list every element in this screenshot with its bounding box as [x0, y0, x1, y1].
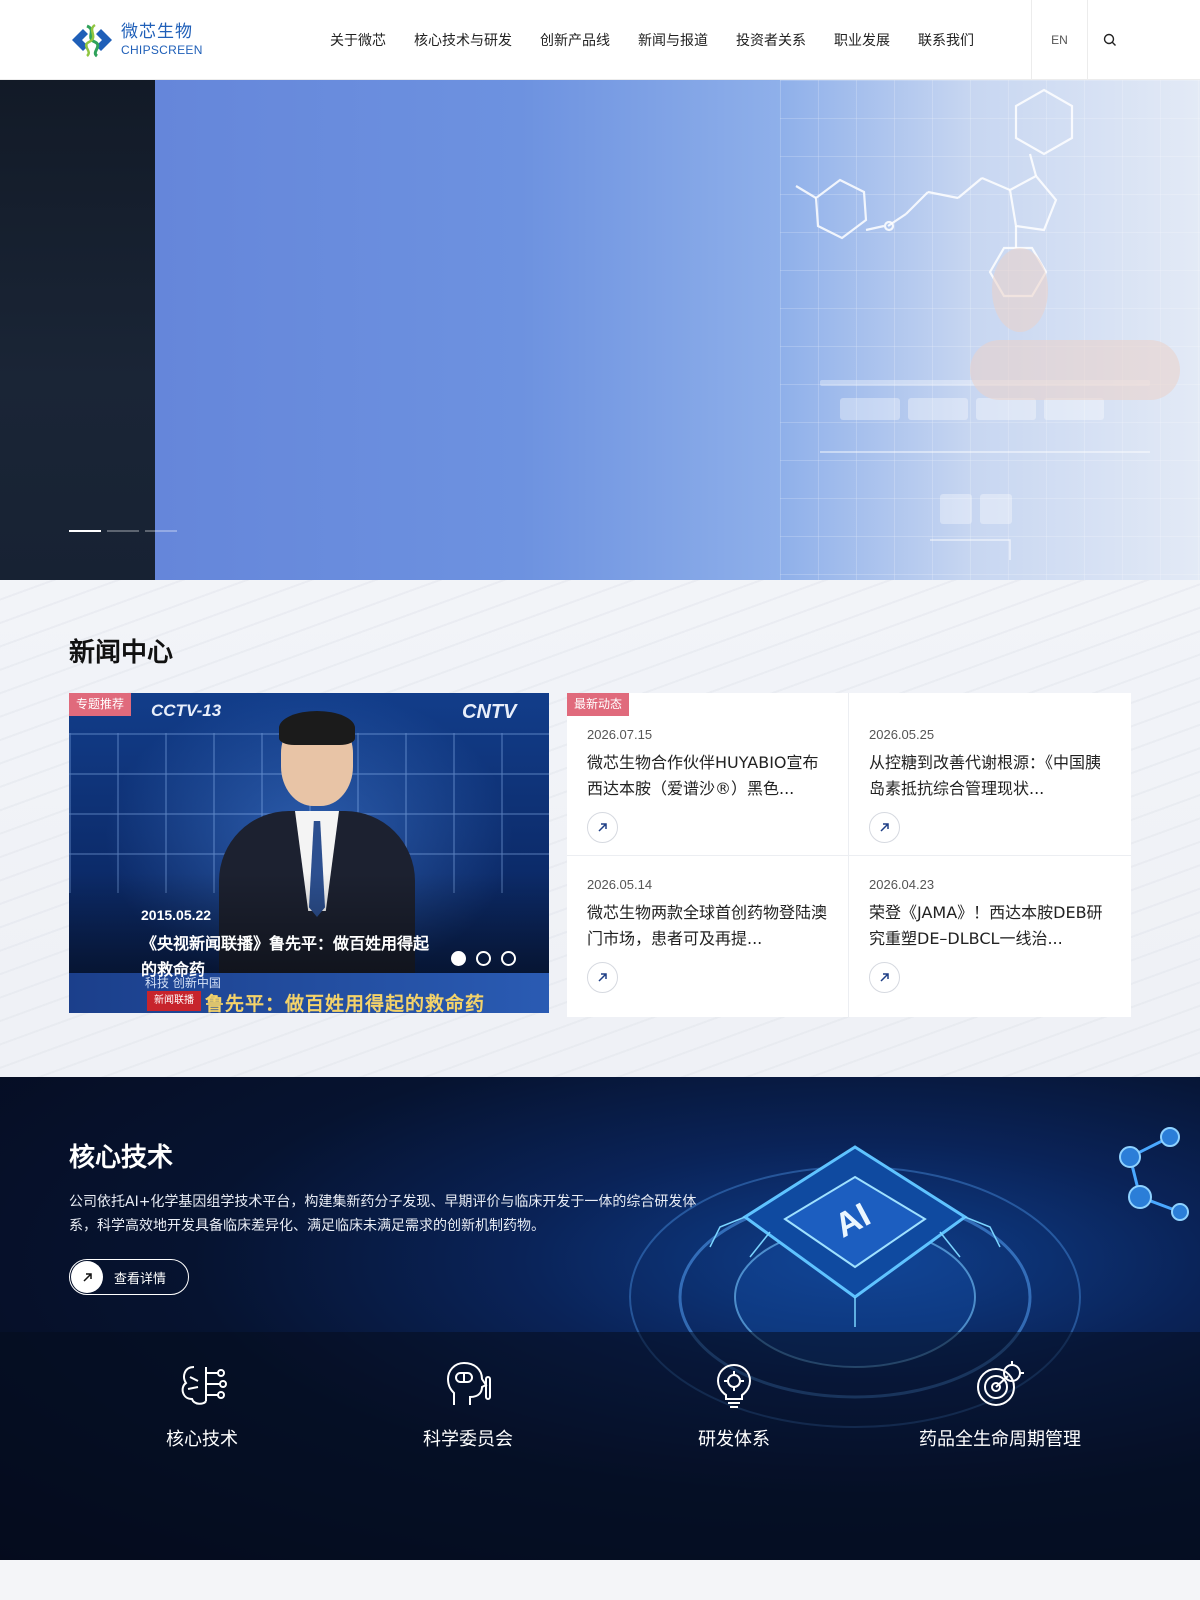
hero-slide-indicators: [69, 530, 177, 532]
nav-item-about[interactable]: 关于微芯: [330, 30, 386, 50]
core-tech-description: 公司依托AI+化学基因组学技术平台，构建集新药分子发现、早期评价与临床开发于一体…: [69, 1194, 697, 1234]
head-pill-icon: [446, 1361, 491, 1405]
hero-banner: [0, 80, 1200, 580]
featured-date: 2015.05.22: [141, 907, 212, 923]
featured-pager: [451, 951, 516, 966]
news-item-arrow-button[interactable]: [587, 962, 618, 993]
latest-news-grid: 最新动态 2026.07.15 微芯生物合作伙伴HUYABIO宣布西达本胺（爱谱…: [567, 693, 1131, 1017]
tech-link-lifecycle[interactable]: 药品全生命周期管理: [867, 1357, 1133, 1451]
pager-dot[interactable]: [501, 951, 516, 966]
news-item-title[interactable]: 从控糖到改善代谢根源：《中国胰岛素抵抗综合管理现状...: [869, 750, 1111, 802]
tech-link-core[interactable]: 核心技术: [69, 1357, 335, 1451]
tech-links-bar: 核心技术 科学委员会 研发体系 药品全生命周期管理: [0, 1332, 1200, 1560]
tech-link-committee[interactable]: 科学委员会: [335, 1357, 601, 1451]
tech-link-label: 核心技术: [166, 1429, 238, 1450]
news-item[interactable]: 2026.05.25 从控糖到改善代谢根源：《中国胰岛素抵抗综合管理现状...: [849, 693, 1131, 843]
news-section-title: 新闻中心: [69, 638, 174, 668]
news-item-title[interactable]: 荣登《JAMA》！西达本胺DEB研究重塑DE–DLBCL一线治...: [869, 900, 1111, 952]
site-header: 微芯生物 CHIPSCREEN 关于微芯 核心技术与研发 创新产品线 新闻与报道…: [0, 0, 1200, 80]
news-item-date: 2026.07.15: [587, 727, 653, 742]
view-details-label: 查看详情: [114, 1271, 167, 1287]
nav-item-news[interactable]: 新闻与报道: [638, 30, 708, 50]
target-gear-icon: [977, 1361, 1024, 1406]
channel-logo: CCTV-13: [151, 701, 222, 720]
ticker-headline: 鲁先平：做百姓用得起的救命药: [205, 993, 486, 1013]
news-item-title[interactable]: 微芯生物合作伙伴HUYABIO宣布西达本胺（爱谱沙®）黑色...: [587, 750, 829, 802]
channel-logo-secondary: CNTV: [462, 701, 517, 723]
news-item-arrow-button[interactable]: [869, 962, 900, 993]
news-item-arrow-button[interactable]: [587, 812, 618, 843]
news-item[interactable]: 2026.05.14 微芯生物两款全球首创药物登陆澳门市场，患者可及再提...: [567, 843, 849, 993]
logo-text-en: CHIPSCREEN: [121, 43, 203, 57]
core-tech-title: 核心技术: [69, 1143, 174, 1173]
news-item-title[interactable]: 微芯生物两款全球首创药物登陆澳门市场，患者可及再提...: [587, 900, 829, 952]
arrow-up-right-icon: [880, 823, 889, 832]
arrow-up-right-icon: [880, 973, 889, 982]
core-tech-section: AI 核心技术 公司依托AI+化学基因组学技术平台，构建集新药分子发现、早期评价…: [0, 1077, 1200, 1560]
tech-link-rd-system[interactable]: 研发体系: [601, 1357, 867, 1451]
main-nav: 关于微芯 核心技术与研发 创新产品线 新闻与报道 投资者关系 职业发展 联系我们: [330, 0, 1002, 80]
logo[interactable]: 微芯生物 CHIPSCREEN: [69, 20, 209, 60]
next-section-preview: [0, 1560, 1200, 1600]
arrow-up-right-icon: [598, 823, 607, 832]
nav-item-technology[interactable]: 核心技术与研发: [414, 30, 512, 50]
nav-item-pipeline[interactable]: 创新产品线: [540, 30, 610, 50]
hero-slide-indicator[interactable]: [145, 530, 177, 532]
arrow-up-right-icon: [82, 1272, 92, 1282]
featured-tag: 专题推荐: [69, 693, 132, 716]
hero-slide-indicator[interactable]: [107, 530, 139, 532]
arrow-up-right-icon: [598, 973, 607, 982]
pager-dot[interactable]: [451, 951, 466, 966]
molecule-illustration: [795, 88, 1180, 560]
logo-text-cn: 微芯生物: [121, 22, 193, 42]
lightbulb-icon: [716, 1363, 752, 1408]
nav-item-careers[interactable]: 职业发展: [834, 30, 890, 50]
view-details-button[interactable]: 查看详情: [69, 1259, 189, 1295]
nav-item-contact[interactable]: 联系我们: [918, 30, 974, 50]
featured-caption[interactable]: 《央视新闻联播》鲁先平：做百姓用得起的救命药: [141, 931, 441, 983]
ticker-badge: 新闻联播: [147, 991, 201, 1011]
nav-item-investors[interactable]: 投资者关系: [736, 30, 806, 50]
pager-dot[interactable]: [476, 951, 491, 966]
featured-news-card[interactable]: CCTV-13 CNTV 科技 创新中国 新闻联播 鲁先平：做百姓用得起的救命药…: [69, 693, 549, 1013]
search-icon: [1103, 33, 1116, 46]
news-item-date: 2026.04.23: [869, 877, 935, 892]
brain-circuit-icon: [181, 1366, 227, 1405]
hero-slide-indicator[interactable]: [69, 530, 101, 532]
logo-mark-icon: [72, 23, 112, 58]
latest-tag: 最新动态: [567, 693, 630, 716]
news-item-date: 2026.05.14: [587, 877, 653, 892]
tech-link-label: 药品全生命周期管理: [919, 1429, 1081, 1450]
molecule-decoration: [1119, 1127, 1189, 1221]
tech-link-label: 科学委员会: [423, 1429, 513, 1450]
news-item[interactable]: 2026.04.23 荣登《JAMA》！西达本胺DEB研究重塑DE–DLBCL一…: [849, 843, 1131, 993]
news-section: 新闻中心 CCTV-13 CNTV 科技 创新中国 新闻联播 鲁先平：做百姓用得…: [0, 580, 1200, 1077]
language-switch-button[interactable]: EN: [1031, 0, 1088, 80]
hero-dark-panel: [0, 80, 155, 580]
tech-link-label: 研发体系: [698, 1429, 770, 1450]
news-item-arrow-button[interactable]: [869, 812, 900, 843]
news-item-date: 2026.05.25: [869, 727, 935, 742]
search-button[interactable]: [1088, 0, 1132, 80]
